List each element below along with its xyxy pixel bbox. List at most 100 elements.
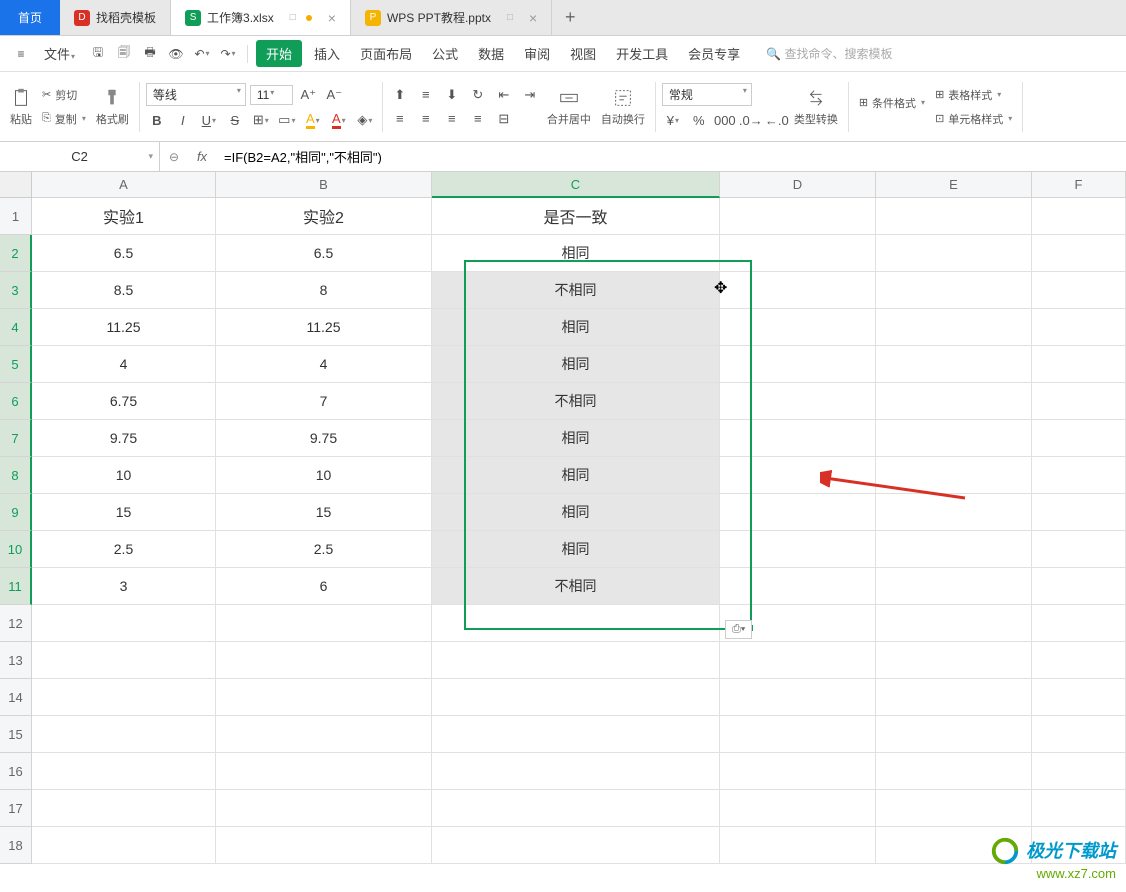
cell[interactable]: 9.75 — [32, 420, 216, 457]
cell[interactable] — [720, 753, 876, 790]
cell[interactable] — [32, 753, 216, 790]
cell[interactable] — [876, 309, 1032, 346]
cell[interactable] — [432, 753, 720, 790]
cell[interactable] — [1032, 568, 1126, 605]
cell[interactable]: 7 — [216, 383, 432, 420]
col-header-d[interactable]: D — [720, 172, 876, 198]
cell[interactable]: 4 — [32, 346, 216, 383]
cell[interactable]: 11.25 — [216, 309, 432, 346]
cell[interactable] — [876, 531, 1032, 568]
align-middle-icon[interactable]: ≡ — [415, 85, 437, 105]
col-header-f[interactable]: F — [1032, 172, 1126, 198]
cell[interactable]: 6.5 — [216, 235, 432, 272]
cell[interactable] — [1032, 457, 1126, 494]
cell[interactable] — [32, 827, 216, 864]
cell[interactable] — [876, 605, 1032, 642]
redo-icon[interactable]: ↷▾ — [217, 43, 239, 65]
window-state-icon[interactable]: □ — [290, 12, 296, 23]
cell[interactable] — [1032, 346, 1126, 383]
cell[interactable] — [432, 605, 720, 642]
col-header-e[interactable]: E — [876, 172, 1032, 198]
cell[interactable] — [1032, 642, 1126, 679]
currency-icon[interactable]: ¥▾ — [662, 110, 684, 130]
increase-font-icon[interactable]: A⁺ — [297, 85, 319, 105]
cell[interactable]: 实验1 — [32, 198, 216, 235]
cell[interactable] — [1032, 383, 1126, 420]
cell[interactable] — [216, 753, 432, 790]
hamburger-icon[interactable]: ≡ — [10, 43, 32, 65]
cell[interactable] — [32, 605, 216, 642]
cell[interactable]: 15 — [216, 494, 432, 531]
cell[interactable] — [1032, 790, 1126, 827]
cell[interactable]: 15 — [32, 494, 216, 531]
col-header-a[interactable]: A — [32, 172, 216, 198]
cell[interactable]: 6.75 — [32, 383, 216, 420]
tab-member[interactable]: 会员专享 — [680, 40, 748, 67]
cell[interactable] — [216, 679, 432, 716]
cell[interactable] — [1032, 309, 1126, 346]
tab-start[interactable]: 开始 — [256, 40, 302, 67]
cell[interactable]: 不相同 — [432, 272, 720, 309]
tab-insert[interactable]: 插入 — [306, 40, 348, 67]
cell[interactable]: 相同 — [432, 494, 720, 531]
tab-workbook[interactable]: S 工作簿3.xlsx □ × — [171, 0, 351, 35]
cell[interactable]: 11.25 — [32, 309, 216, 346]
cell[interactable] — [720, 531, 876, 568]
row-header[interactable]: 11 — [0, 568, 32, 605]
cell[interactable] — [876, 716, 1032, 753]
row-header[interactable]: 14 — [0, 679, 32, 716]
cell[interactable] — [720, 346, 876, 383]
cells-area[interactable]: 实验1实验2是否一致 6.56.5相同8.58不相同11.2511.25相同44… — [32, 198, 1126, 864]
tab-developer[interactable]: 开发工具 — [608, 40, 676, 67]
font-name-select[interactable]: 等线▾ — [146, 83, 246, 106]
close-icon[interactable]: × — [328, 10, 336, 26]
cell[interactable]: 相同 — [432, 457, 720, 494]
align-bottom-icon[interactable]: ⬇ — [441, 85, 463, 105]
underline-button[interactable]: U▾ — [198, 110, 220, 130]
cell[interactable] — [1032, 198, 1126, 235]
indent-right-icon[interactable]: ⇥ — [519, 85, 541, 105]
row-header[interactable]: 7 — [0, 420, 32, 457]
col-header-c[interactable]: C — [432, 172, 720, 198]
decrease-decimal-icon[interactable]: ←.0 — [766, 110, 788, 130]
cell[interactable] — [720, 235, 876, 272]
cell[interactable] — [32, 679, 216, 716]
bold-button[interactable]: B — [146, 110, 168, 130]
cell[interactable] — [32, 790, 216, 827]
align-right-icon[interactable]: ≡ — [441, 109, 463, 129]
cell[interactable]: 10 — [32, 457, 216, 494]
cell[interactable] — [720, 790, 876, 827]
fx-icon[interactable]: fx — [188, 149, 216, 164]
strikethrough-button[interactable]: S — [224, 110, 246, 130]
tab-formula[interactable]: 公式 — [424, 40, 466, 67]
cell[interactable] — [32, 716, 216, 753]
row-header[interactable]: 13 — [0, 642, 32, 679]
distribute-icon[interactable]: ⊟ — [493, 109, 515, 129]
cell[interactable]: 4 — [216, 346, 432, 383]
increase-decimal-icon[interactable]: .0→ — [740, 110, 762, 130]
cell[interactable] — [876, 753, 1032, 790]
cell[interactable] — [720, 198, 876, 235]
cell[interactable] — [720, 420, 876, 457]
cell[interactable]: 不相同 — [432, 383, 720, 420]
highlight-button[interactable]: A▾ — [302, 110, 324, 130]
cell[interactable] — [1032, 679, 1126, 716]
col-header-b[interactable]: B — [216, 172, 432, 198]
cell[interactable] — [432, 827, 720, 864]
cell[interactable] — [876, 420, 1032, 457]
cell[interactable] — [1032, 753, 1126, 790]
italic-button[interactable]: I — [172, 110, 194, 130]
indent-left-icon[interactable]: ⇤ — [493, 85, 515, 105]
row-header[interactable]: 4 — [0, 309, 32, 346]
tab-page-layout[interactable]: 页面布局 — [352, 40, 420, 67]
cell[interactable]: 相同 — [432, 420, 720, 457]
save-as-icon[interactable]: 🗐 — [113, 43, 135, 65]
cell[interactable] — [1032, 716, 1126, 753]
cell-style-button[interactable]: ⊡单元格样式▾ — [931, 109, 1016, 129]
row-header[interactable]: 12 — [0, 605, 32, 642]
cell[interactable]: 6 — [216, 568, 432, 605]
print-icon[interactable]: 🖶 — [139, 43, 161, 65]
cancel-formula-icon[interactable]: ⊖ — [160, 150, 188, 164]
fill-color-button[interactable]: ▭▾ — [276, 110, 298, 130]
cell[interactable]: 是否一致 — [432, 198, 720, 235]
